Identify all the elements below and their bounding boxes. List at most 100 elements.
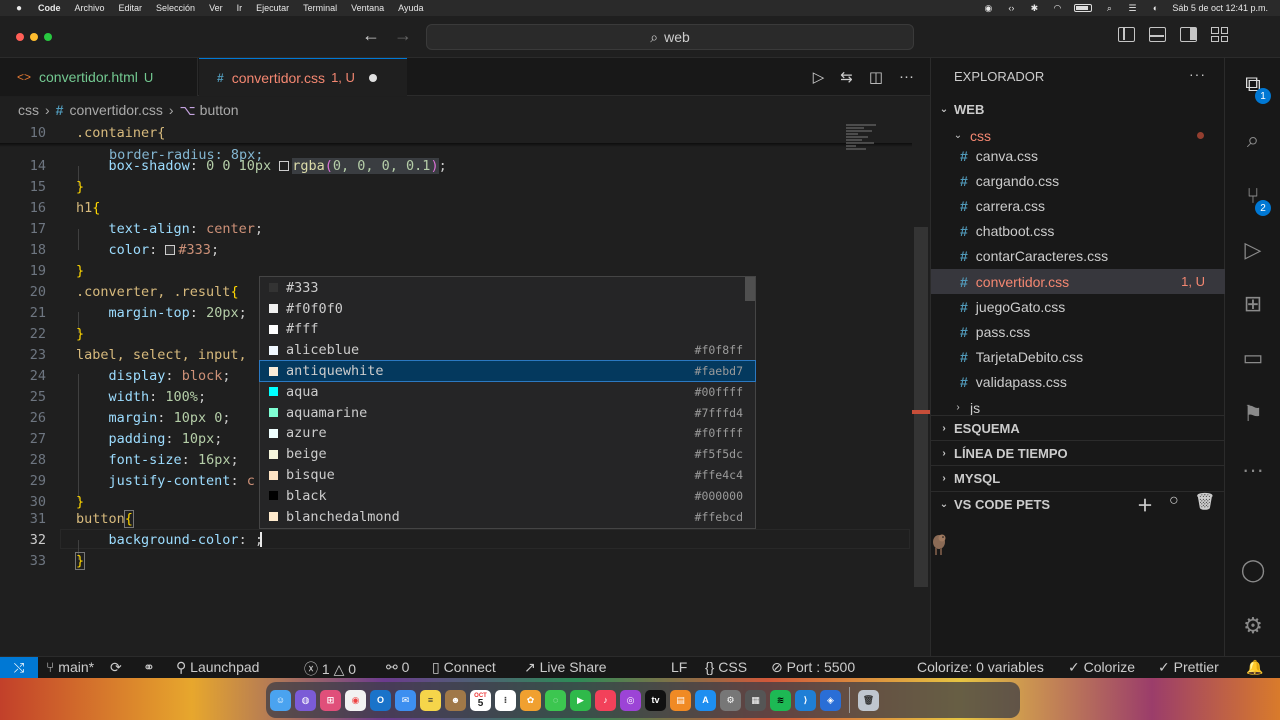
command-center-search[interactable]: ⌕ web: [426, 24, 914, 50]
live-server-port[interactable]: ⊘ Port : 5500: [771, 659, 855, 676]
reminders-icon[interactable]: ⁝: [495, 689, 516, 711]
menu-archivo[interactable]: Archivo: [75, 3, 105, 13]
menu-editar[interactable]: Editar: [119, 3, 143, 13]
menu-app[interactable]: Code: [38, 3, 61, 13]
launchpad-icon[interactable]: ⊞: [320, 689, 341, 711]
split-editor-icon[interactable]: ◫: [869, 68, 883, 86]
bluetooth-icon[interactable]: ✱: [1028, 3, 1040, 13]
siri-icon[interactable]: ◐: [1149, 3, 1161, 13]
section-timeline[interactable]: › LÍNEA DE TIEMPO: [931, 440, 1225, 465]
pet-dog-icon[interactable]: [930, 530, 948, 560]
close-window-button[interactable]: [16, 33, 24, 41]
messages-icon[interactable]: ◌: [545, 689, 566, 711]
calendar-icon[interactable]: OCT 5: [470, 689, 491, 711]
menu-ir[interactable]: Ir: [237, 3, 243, 13]
mail-icon[interactable]: ✉: [395, 689, 416, 711]
notifications-bell-icon[interactable]: 🔔: [1246, 659, 1263, 676]
file-item[interactable]: # canva.css: [931, 143, 1225, 168]
explorer-icon[interactable]: ⧉ 1: [1225, 64, 1280, 104]
add-pet-icon[interactable]: ＋: [1137, 492, 1153, 516]
zoom-window-button[interactable]: [44, 33, 52, 41]
file-item[interactable]: # cargando.css: [931, 168, 1225, 193]
file-item[interactable]: # juegoGato.css: [931, 294, 1225, 319]
system-settings-icon[interactable]: ⚙: [720, 689, 741, 711]
color-swatch[interactable]: [165, 245, 176, 255]
eol-indicator[interactable]: LF: [671, 659, 687, 675]
forward-arrow-icon[interactable]: →: [394, 25, 412, 46]
sync-icon[interactable]: ⟳: [110, 659, 122, 676]
menu-ventana[interactable]: Ventana: [351, 3, 384, 13]
vscode-icon[interactable]: ⟩: [795, 689, 816, 711]
toggle-primary-sidebar-icon[interactable]: [1118, 27, 1135, 42]
more-views-icon[interactable]: ···: [1225, 450, 1280, 490]
source-control-icon[interactable]: ⑂ 2: [1225, 176, 1280, 216]
finder-icon[interactable]: ☺: [270, 689, 291, 711]
run-debug-icon[interactable]: ▷: [1225, 230, 1280, 270]
menu-terminal[interactable]: Terminal: [303, 3, 337, 13]
sticky-scroll-line[interactable]: 10 .container{: [0, 123, 912, 143]
suggestion-item[interactable]: blanchedalmond #ffebcd: [260, 506, 755, 527]
suggestion-item[interactable]: aqua #00ffff: [260, 382, 755, 403]
menubar-datetime[interactable]: Sáb 5 de oct 12:41 p.m.: [1172, 3, 1268, 13]
extensions-icon[interactable]: ⊞: [1225, 284, 1280, 324]
suggestion-item[interactable]: #f0f0f0: [260, 298, 755, 319]
suggestion-item[interactable]: azure #f0ffff: [260, 423, 755, 444]
ports-indicator[interactable]: ⚯ 0: [386, 659, 409, 676]
arrows-icon[interactable]: ‹›: [1005, 3, 1017, 13]
color-swatch[interactable]: [279, 161, 290, 171]
menu-ver[interactable]: Ver: [209, 3, 223, 13]
toggle-secondary-sidebar-icon[interactable]: [1180, 27, 1197, 42]
file-item[interactable]: # contarCaracteres.css: [931, 244, 1225, 269]
delete-pet-icon[interactable]: 🗑: [1195, 492, 1215, 516]
menu-ejecutar[interactable]: Ejecutar: [256, 3, 289, 13]
battery-icon[interactable]: [1074, 4, 1093, 12]
music-icon[interactable]: ♪: [595, 689, 616, 711]
breadcrumb-file[interactable]: convertidor.css: [69, 102, 162, 118]
back-arrow-icon[interactable]: ←: [362, 25, 380, 46]
colorize-toggle[interactable]: ✓ Colorize: [1068, 659, 1135, 676]
suggestion-item[interactable]: antiquewhite #faebd7: [259, 359, 756, 383]
suggestion-item[interactable]: black #000000: [260, 486, 755, 507]
more-actions-icon[interactable]: ···: [899, 68, 914, 86]
breadcrumb-symbol[interactable]: button: [200, 102, 239, 118]
workspace-root[interactable]: ⌄ WEB: [931, 97, 1225, 122]
editor-scrollbar[interactable]: [914, 227, 928, 587]
file-item[interactable]: # chatboot.css: [931, 219, 1225, 244]
wifi-icon[interactable]: ◠: [1051, 3, 1063, 13]
section-mysql[interactable]: › MYSQL: [931, 465, 1225, 490]
prettier-button[interactable]: ✓ Prettier: [1158, 659, 1219, 676]
git-graph-icon[interactable]: ⚭: [143, 659, 155, 676]
siri-icon[interactable]: ◍: [295, 689, 316, 711]
more-actions-icon[interactable]: ···: [1189, 66, 1206, 82]
bookmark-icon[interactable]: ⚑: [1225, 394, 1280, 434]
tab-convertidor-css[interactable]: # convertidor.css 1, U: [199, 58, 407, 96]
settings-gear-icon[interactable]: ⚙: [1225, 606, 1280, 646]
chrome-icon[interactable]: ◉: [345, 689, 366, 711]
section-outline[interactable]: › ESQUEMA: [931, 415, 1225, 440]
language-mode[interactable]: {} CSS: [705, 659, 747, 675]
problems-indicator[interactable]: ⓧ 1 △ 0: [304, 659, 356, 679]
menu-seleccion[interactable]: Selección: [156, 3, 195, 13]
contacts-icon[interactable]: ☻: [445, 689, 466, 711]
facetime-icon[interactable]: ▶: [570, 689, 591, 711]
calculator-icon[interactable]: ▦: [745, 689, 766, 711]
breadcrumb-folder[interactable]: css: [18, 102, 39, 118]
suggestion-item[interactable]: #fff: [260, 319, 755, 340]
outlook-icon[interactable]: O: [370, 689, 391, 711]
tab-convertidor-html[interactable]: <> convertidor.html U: [0, 58, 198, 96]
suggestion-item[interactable]: aquamarine #7fffd4: [260, 402, 755, 423]
compare-changes-icon[interactable]: ⇆: [840, 68, 853, 86]
run-icon[interactable]: ▷: [813, 68, 825, 86]
throw-ball-icon[interactable]: ○: [1169, 492, 1179, 516]
suggestion-item[interactable]: beige #f5f5dc: [260, 444, 755, 465]
remote-indicator-icon[interactable]: ⤭: [0, 657, 38, 679]
suggestion-item[interactable]: #333: [260, 278, 755, 299]
colorize-variables[interactable]: Colorize: 0 variables: [917, 659, 1044, 675]
suggestion-item[interactable]: aliceblue #f0f8ff: [260, 340, 755, 361]
minimize-window-button[interactable]: [30, 33, 38, 41]
file-item[interactable]: # pass.css: [931, 319, 1225, 344]
live-share-button[interactable]: ↗ Live Share: [524, 659, 607, 676]
trash-icon[interactable]: 🗑: [858, 689, 879, 711]
remote-explorer-icon[interactable]: ▭: [1225, 338, 1280, 378]
suggestion-item[interactable]: bisque #ffe4c4: [260, 465, 755, 486]
